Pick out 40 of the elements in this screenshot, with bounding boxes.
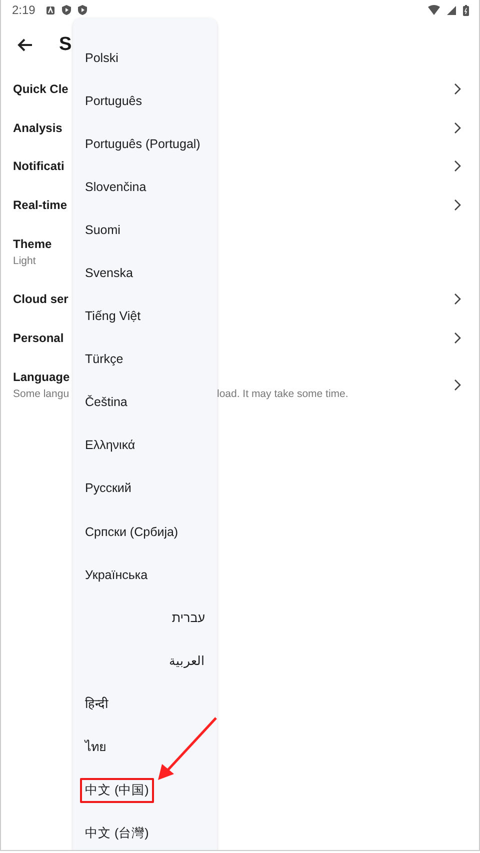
- status-time: 2:19: [12, 3, 36, 17]
- app-icon: [46, 6, 56, 14]
- menu-item[interactable]: Slovenčina: [80, 176, 152, 198]
- menu-item[interactable]: Polski: [80, 46, 124, 69]
- menu-item[interactable]: 中文 (台灣): [80, 820, 154, 846]
- menu-item[interactable]: Ελληνικά: [80, 434, 140, 456]
- battery-icon: [463, 4, 469, 16]
- menu-item[interactable]: Русский: [80, 477, 136, 500]
- shield-icon: [62, 5, 72, 15]
- setting-title[interactable]: Language: [13, 370, 348, 384]
- setting-value: Light: [13, 255, 37, 267]
- menu-item[interactable]: ไทย: [80, 733, 111, 762]
- menu-item[interactable]: Türkçe: [80, 348, 128, 370]
- setting-title[interactable]: Real-time: [13, 198, 68, 212]
- menu-item[interactable]: Português: [80, 90, 147, 112]
- setting-title[interactable]: Analysis: [13, 120, 62, 135]
- setting-description: Some langu: [13, 388, 70, 400]
- setting-description: load. It may take some time.: [217, 388, 348, 400]
- signal-icon: [447, 6, 456, 14]
- page-title: S: [59, 34, 72, 56]
- wifi-icon: [428, 5, 440, 15]
- shield-icon: [78, 5, 88, 15]
- menu-item[interactable]: Svenska: [80, 262, 138, 284]
- menu-item[interactable]: Tiếng Việt: [80, 305, 146, 328]
- menu-item[interactable]: Українська: [80, 564, 153, 586]
- menu-item[interactable]: Čeština: [80, 391, 132, 414]
- setting-title[interactable]: Notificati: [13, 159, 64, 174]
- menu-item[interactable]: Suomi: [80, 218, 126, 241]
- menu-item[interactable]: 中文 (中国): [80, 778, 154, 803]
- menu-item[interactable]: العربية: [164, 649, 210, 672]
- menu-item[interactable]: עברית: [166, 606, 210, 629]
- setting-title[interactable]: Quick Cle: [13, 82, 68, 96]
- setting-title[interactable]: Cloud ser: [13, 292, 68, 306]
- menu-item[interactable]: Português (Portugal): [80, 132, 206, 155]
- back-arrow-icon: [17, 38, 33, 52]
- annotation-arrow: [158, 717, 217, 780]
- menu-item[interactable]: Српски (Србија): [80, 520, 184, 543]
- setting-title[interactable]: Personal: [13, 330, 64, 345]
- setting-title[interactable]: Theme: [13, 237, 52, 251]
- menu-item[interactable]: हिन्दी: [80, 691, 113, 716]
